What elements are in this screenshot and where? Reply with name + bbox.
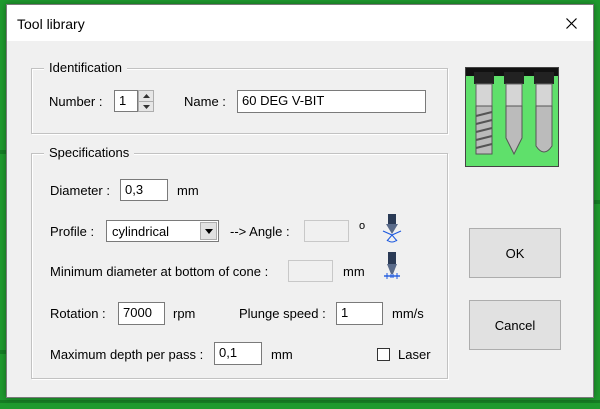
cancel-button[interactable]: Cancel (469, 300, 561, 350)
profile-label: Profile : (50, 224, 95, 239)
plunge-speed-input[interactable]: 1 (336, 302, 383, 325)
specifications-group: Specifications Diameter : 0,3 mm Profile… (31, 145, 448, 379)
background-trace (594, 200, 600, 204)
max-depth-input[interactable]: 0,1 (214, 342, 262, 365)
close-icon (565, 17, 577, 29)
tool-bits-image (465, 67, 559, 167)
spin-down-button[interactable] (139, 101, 153, 112)
specifications-legend: Specifications (44, 145, 135, 161)
rotation-unit: rpm (173, 306, 196, 321)
diameter-unit: mm (177, 183, 199, 198)
identification-group: Identification Number : 1 Name : 60 DEG … (31, 60, 448, 134)
identification-legend: Identification (44, 60, 127, 76)
arrow-down-icon (142, 105, 150, 109)
angle-unit: o (359, 220, 366, 232)
diameter-label: Diameter : (50, 183, 110, 198)
title-bar[interactable]: Tool library (7, 5, 593, 41)
plunge-speed-label: Plunge speed : (239, 306, 326, 321)
profile-dropdown[interactable]: cylindrical (106, 220, 219, 242)
number-spinner[interactable] (138, 90, 154, 112)
close-button[interactable] (549, 5, 593, 41)
name-input[interactable]: 60 DEG V-BIT (237, 90, 426, 113)
ok-button[interactable]: OK (469, 228, 561, 278)
angle-label: --> Angle : (230, 224, 290, 239)
min-diameter-unit: mm (343, 264, 365, 279)
max-depth-unit: mm (271, 347, 293, 362)
angle-input[interactable] (304, 220, 349, 242)
number-label: Number : (49, 94, 103, 109)
profile-selected: cylindrical (112, 224, 170, 239)
chevron-down-icon (204, 228, 213, 234)
window-title: Tool library (17, 16, 85, 32)
cone-tip-diameter-icon (384, 252, 400, 279)
min-diameter-input[interactable] (288, 260, 333, 282)
min-diameter-label: Minimum diameter at bottom of cone : (50, 264, 269, 279)
tool-library-dialog: Tool library Identification Number : 1 N… (6, 4, 594, 398)
number-input[interactable]: 1 (114, 90, 138, 112)
name-label: Name : (184, 94, 226, 109)
profile-dropdown-toggle[interactable] (200, 222, 217, 240)
laser-label[interactable]: Laser (398, 347, 431, 363)
plunge-speed-unit: mm/s (392, 306, 424, 321)
rotation-input[interactable]: 7000 (118, 302, 165, 325)
laser-checkbox[interactable] (377, 348, 390, 361)
diameter-input[interactable]: 0,3 (120, 179, 168, 201)
arrow-up-icon (142, 94, 150, 98)
rotation-label: Rotation : (50, 306, 106, 321)
cone-angle-icon (382, 214, 402, 243)
background-trace (0, 400, 600, 403)
max-depth-label: Maximum depth per pass : (50, 347, 204, 362)
tool-bits-icon (466, 68, 558, 156)
spin-up-button[interactable] (139, 91, 153, 101)
